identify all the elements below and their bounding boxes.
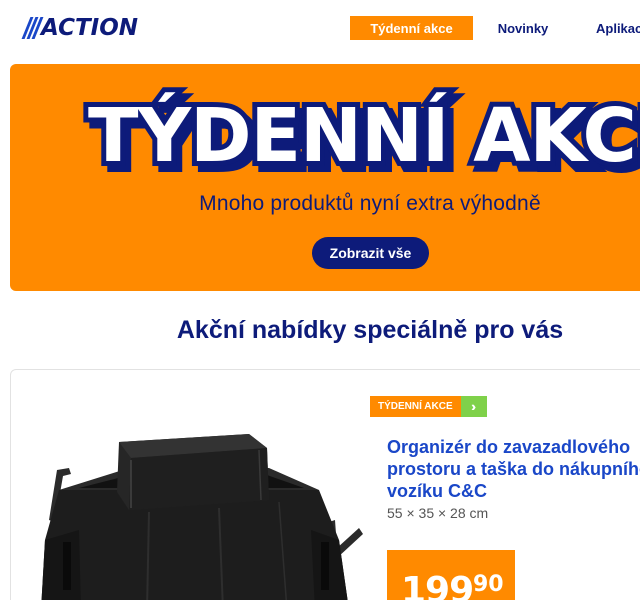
logo-slashes-icon [21,17,44,39]
nav-item-app[interactable]: Aplikace [596,16,640,40]
product-card[interactable]: TÝDENNÍ AKCE ››› Organizér do zavazadlov… [10,369,640,600]
product-dimensions: 55 × 35 × 28 cm [387,505,489,521]
nav-item-weekly-deals[interactable]: Týdenní akce [350,16,473,40]
logo-text: ACTION [41,15,139,41]
action-logo[interactable]: ACTION [21,15,139,41]
product-image[interactable] [19,430,364,600]
site-header: ACTION Týdenní akce Novinky Aplikace [0,0,640,56]
weekly-deal-badge: TÝDENNÍ AKCE ››› [370,396,487,417]
price-main: 199 [401,570,474,600]
badge-label: TÝDENNÍ AKCE [370,396,461,417]
chevrons-right-icon: ››› [460,396,487,417]
price-tag: 199 90 [387,550,515,600]
hero-subtitle: Mnoho produktů nyní extra výhodně [199,192,541,215]
show-all-button[interactable]: Zobrazit vše [312,237,429,269]
section-title: Akční nabídky speciálně pro vás [176,316,564,344]
nav-item-new-arrivals[interactable]: Novinky [498,16,549,40]
product-title-link[interactable]: Organizér do zavazadlového prostoru a ta… [387,436,640,502]
main-nav: Týdenní akce Novinky Aplikace [350,16,640,40]
hero-title: TÝDENNÍ AKCE TÝDENNÍ AKCE TÝDENNÍ AKCE [83,88,640,190]
hero-banner[interactable]: TÝDENNÍ AKCE TÝDENNÍ AKCE TÝDENNÍ AKCE M… [10,64,640,291]
price-cents: 90 [473,572,504,597]
